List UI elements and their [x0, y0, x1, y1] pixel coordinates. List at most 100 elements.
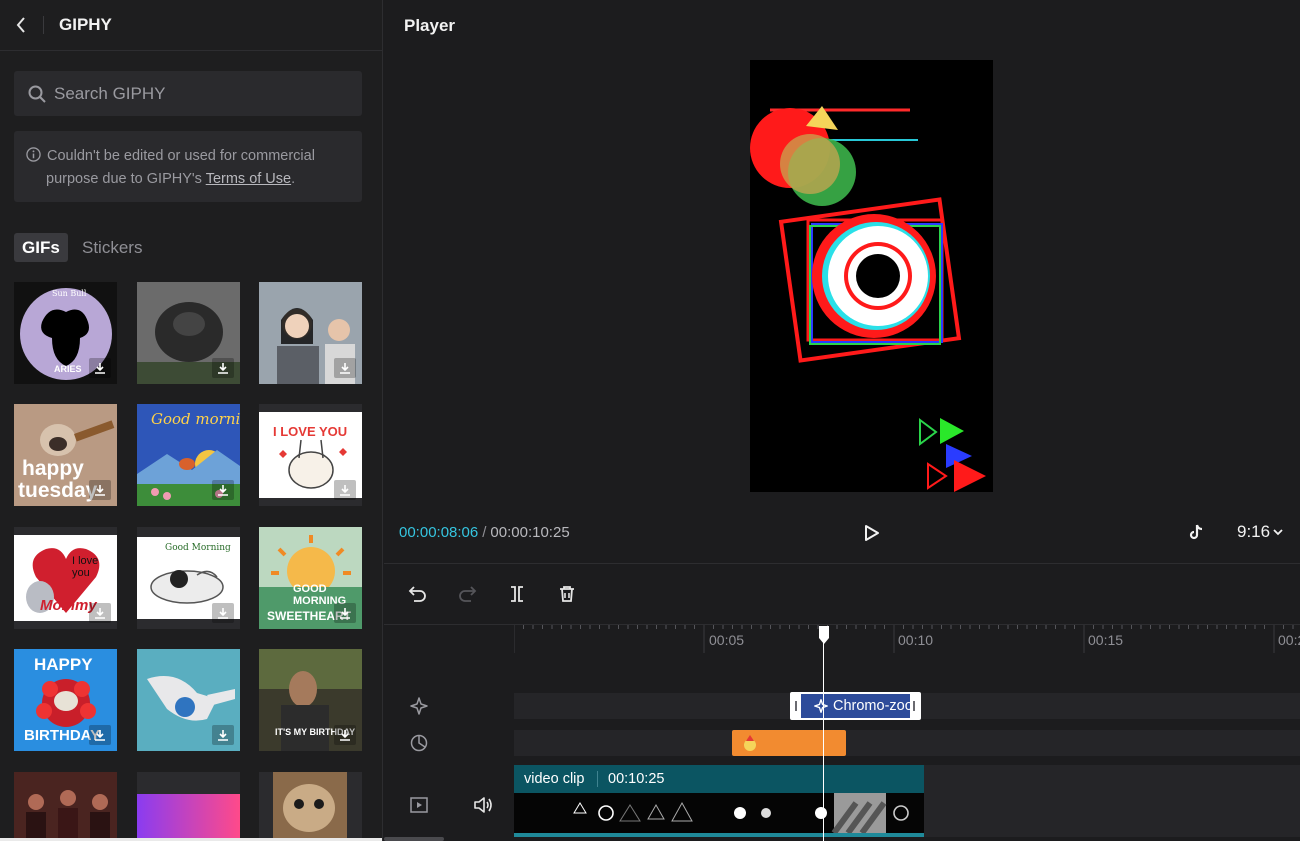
split-icon	[511, 586, 523, 602]
undo-button[interactable]	[406, 582, 430, 606]
sticker-clip[interactable]	[732, 730, 846, 756]
ruler-label: 00:15	[1088, 632, 1124, 648]
redo-button[interactable]	[455, 582, 479, 606]
sparkle-icon	[410, 697, 428, 715]
tiktok-button[interactable]	[1186, 522, 1206, 542]
video-clip-filmstrip	[514, 793, 924, 837]
gif-caption-top: happy	[22, 457, 84, 480]
player-divider	[384, 563, 1300, 564]
gif-caption-top: I love you	[72, 555, 99, 579]
effect-clip-name: Chromo-zoom	[833, 698, 921, 714]
play-icon	[865, 525, 879, 541]
back-button[interactable]	[8, 11, 34, 39]
gif-caption-bottom: tuesday	[18, 479, 98, 502]
download-button[interactable]	[89, 480, 111, 500]
tab-gifs[interactable]: GIFs	[14, 233, 68, 262]
gif-thumbnail[interactable]	[137, 282, 240, 384]
download-icon	[340, 363, 350, 374]
panel-header: GIPHY	[0, 0, 382, 51]
ruler-label: 00:05	[709, 632, 745, 648]
download-icon	[218, 608, 228, 619]
video-clip-name: video clip	[524, 771, 585, 787]
download-icon	[218, 730, 228, 741]
gif-image	[14, 772, 117, 838]
playhead-handle[interactable]	[818, 625, 830, 645]
download-button[interactable]	[334, 358, 356, 378]
video-editor: GIPHY Couldn't be edited or used for com…	[0, 0, 1300, 841]
current-time: 00:00:08:06	[399, 524, 479, 541]
download-icon	[340, 730, 350, 741]
panel-title: GIPHY	[59, 15, 112, 34]
timeline-scrollbar[interactable]	[384, 837, 444, 841]
download-button[interactable]	[89, 725, 111, 745]
notice-line-1: Couldn't be edited or used for commercia…	[47, 148, 315, 164]
video-preview[interactable]	[750, 60, 993, 492]
gif-caption-top: Good morning	[151, 410, 240, 428]
gif-caption-top: Sun Bull	[52, 289, 87, 298]
search-box[interactable]	[14, 71, 362, 116]
info-icon	[26, 147, 41, 162]
gif-thumbnail[interactable]	[137, 649, 240, 751]
total-duration: 00:00:10:25	[490, 524, 570, 541]
tiktok-icon	[1189, 524, 1203, 540]
video-track-icon	[408, 794, 430, 816]
effect-clip-end-handle[interactable]	[910, 694, 919, 718]
gif-thumbnail[interactable]	[137, 772, 240, 838]
download-button[interactable]	[334, 603, 356, 623]
effect-clip[interactable]: Chromo-zoom	[790, 692, 921, 720]
redo-icon	[459, 586, 477, 602]
effects-track-icon	[408, 695, 430, 717]
gif-image	[137, 772, 240, 838]
delete-button[interactable]	[555, 582, 579, 606]
aspect-ratio-value: 9:16	[1237, 522, 1271, 541]
effect-clip-label: Chromo-zoom	[814, 698, 921, 714]
aspect-ratio-dropdown[interactable]: 9:16	[1237, 522, 1283, 542]
header-divider	[43, 16, 44, 34]
stickers-track-icon	[408, 732, 430, 754]
download-button[interactable]	[212, 358, 234, 378]
download-icon	[340, 608, 350, 619]
download-button[interactable]	[212, 480, 234, 500]
gif-caption-bottom: ARIES	[54, 364, 82, 374]
gif-caption-top: I LOVE YOU	[273, 424, 348, 439]
notice-period: .	[291, 171, 296, 187]
gif-thumbnail[interactable]	[14, 772, 117, 838]
download-icon	[218, 485, 228, 496]
ruler-label: 00:2	[1278, 632, 1300, 648]
mute-button[interactable]	[472, 794, 494, 816]
time-readout: 00:00:08:06/00:00:10:25	[399, 524, 570, 541]
search-input[interactable]	[54, 83, 344, 104]
tab-stickers[interactable]: Stickers	[74, 233, 150, 262]
download-button[interactable]	[212, 725, 234, 745]
download-button[interactable]	[212, 603, 234, 623]
clip-header-divider	[597, 771, 598, 787]
gif-thumbnail[interactable]: HAPPY BIRTHDAY	[14, 649, 117, 751]
play-button[interactable]	[859, 521, 885, 545]
gif-thumbnail[interactable]: happy tuesday	[14, 404, 117, 506]
license-notice: Couldn't be edited or used for commercia…	[14, 131, 362, 202]
download-button[interactable]	[334, 725, 356, 745]
effect-clip-start-handle[interactable]	[792, 694, 801, 718]
download-button[interactable]	[89, 603, 111, 623]
video-clip-duration: 00:10:25	[608, 771, 665, 787]
gif-thumbnail[interactable]: Good Morning	[137, 527, 240, 629]
gif-thumbnail[interactable]	[259, 772, 362, 838]
gif-thumbnail[interactable]: GOOD MORNING SWEETHEART	[259, 527, 362, 629]
gif-thumbnail[interactable]: Sun Bull ARIES	[14, 282, 117, 384]
player-title: Player	[404, 16, 456, 35]
download-button[interactable]	[334, 480, 356, 500]
download-button[interactable]	[89, 358, 111, 378]
gif-image	[259, 772, 362, 838]
split-button[interactable]	[505, 582, 529, 606]
gif-thumbnail[interactable]: IT'S MY BIRTHDAY	[259, 649, 362, 751]
download-icon	[95, 485, 105, 496]
gif-thumbnail[interactable]: I LOVE YOU	[259, 404, 362, 506]
video-clip[interactable]: video clip 00:10:25	[514, 765, 924, 837]
terms-of-use-link[interactable]: Terms of Use	[206, 171, 291, 187]
sticker-icon	[410, 734, 428, 752]
gif-thumbnail[interactable]	[259, 282, 362, 384]
gif-thumbnail[interactable]: I love you Mommy	[14, 527, 117, 629]
stickers-track[interactable]	[514, 730, 1300, 756]
sticker-thumbnail	[744, 735, 756, 751]
gif-thumbnail[interactable]: Good morning	[137, 404, 240, 506]
